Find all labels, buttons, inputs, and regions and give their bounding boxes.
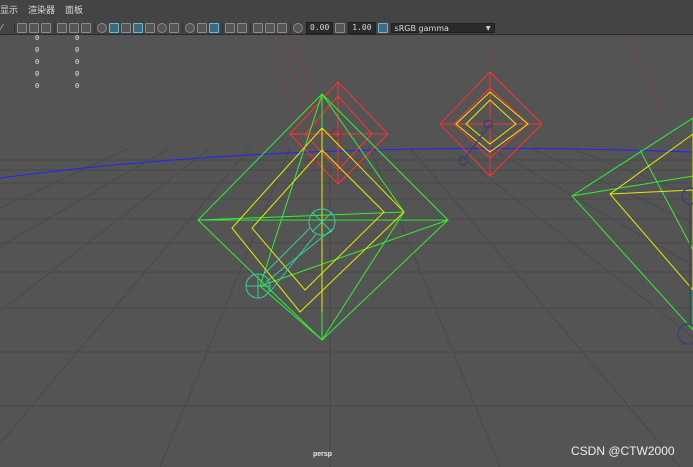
ambient-occlusion-icon[interactable] (185, 23, 195, 33)
color-space-value: sRGB gamma (394, 24, 449, 33)
xray-icon[interactable] (133, 23, 143, 33)
hud-value: 0 (75, 34, 80, 42)
film-gate-icon[interactable] (29, 23, 39, 33)
chevron-down-icon: ▼ (485, 25, 491, 32)
hud-row: 00 (35, 46, 95, 54)
two-sided-lighting-icon[interactable] (265, 23, 275, 33)
xray-joints-icon[interactable] (237, 23, 247, 33)
isolate-select-icon[interactable] (225, 23, 235, 33)
hud-row: 00 (35, 70, 95, 78)
hud-row: 00 (35, 58, 95, 66)
perspective-viewport[interactable] (0, 35, 693, 467)
exposure-field[interactable]: 0.00 (306, 22, 334, 34)
joint-chain-far-right (677, 187, 693, 345)
ground-grid (0, 147, 693, 467)
image-plane-icon[interactable] (253, 23, 263, 33)
textured-icon[interactable] (145, 23, 155, 33)
gate-mask-icon[interactable] (57, 23, 67, 33)
hud-row: 00 (35, 34, 95, 42)
depth-of-field-icon[interactable] (277, 23, 287, 33)
toolbar-divider (54, 23, 55, 33)
hud-value: 0 (35, 34, 40, 42)
green-wire-shape (197, 93, 449, 341)
grid-toggle-icon[interactable] (17, 23, 27, 33)
hud-value: 0 (35, 58, 40, 66)
color-space-dropdown[interactable]: sRGB gamma ▼ (390, 23, 495, 33)
lighting-icon[interactable] (157, 23, 167, 33)
toolbar-divider (182, 23, 183, 33)
color-management-icon[interactable] (377, 23, 388, 33)
toolbar-divider (14, 23, 15, 33)
shaded-wireframe-icon[interactable] (121, 23, 131, 33)
smooth-shade-icon[interactable] (109, 23, 119, 33)
field-chart-icon[interactable] (69, 23, 79, 33)
motion-blur-icon[interactable] (197, 23, 207, 33)
gamma-field[interactable]: 1.00 (348, 22, 376, 34)
hud-value: 0 (35, 46, 40, 54)
hud-value: 0 (75, 70, 80, 78)
menu-bar: 显示 渲染器 面板 (0, 0, 693, 23)
watermark: CSDN @CTW2000 (571, 444, 675, 458)
toolbar-divider (290, 23, 291, 33)
toolbar-divider (222, 23, 223, 33)
resolution-gate-icon[interactable] (41, 23, 51, 33)
hud-value: 0 (75, 82, 80, 90)
hud-value: 0 (35, 82, 40, 90)
toolbar-divider (250, 23, 251, 33)
safe-action-icon[interactable] (81, 23, 91, 33)
hud-row: 00 (35, 82, 95, 90)
anti-aliasing-icon[interactable] (209, 23, 219, 33)
viewport-canvas[interactable] (0, 35, 693, 467)
toolbar-divider (94, 23, 95, 33)
exposure-icon[interactable] (293, 23, 303, 33)
menu-renderer[interactable]: 渲染器 (23, 0, 60, 22)
panel-toolbar: ⁄ 0.00 1.00 sRGB gamma ▼ (0, 22, 693, 35)
yellow-wire-shape-right (609, 133, 693, 291)
hud-value: 0 (75, 58, 80, 66)
gamma-icon[interactable] (335, 23, 346, 33)
hud-value: 0 (35, 70, 40, 78)
shadows-icon[interactable] (169, 23, 179, 33)
hud-value: 0 (75, 46, 80, 54)
camera-name-label: persp (313, 451, 333, 458)
wireframe-icon[interactable] (97, 23, 107, 33)
menu-panels[interactable]: 面板 (60, 0, 88, 22)
select-camera-icon[interactable]: ⁄ (1, 23, 11, 33)
menu-display[interactable]: 显示 (0, 0, 23, 22)
